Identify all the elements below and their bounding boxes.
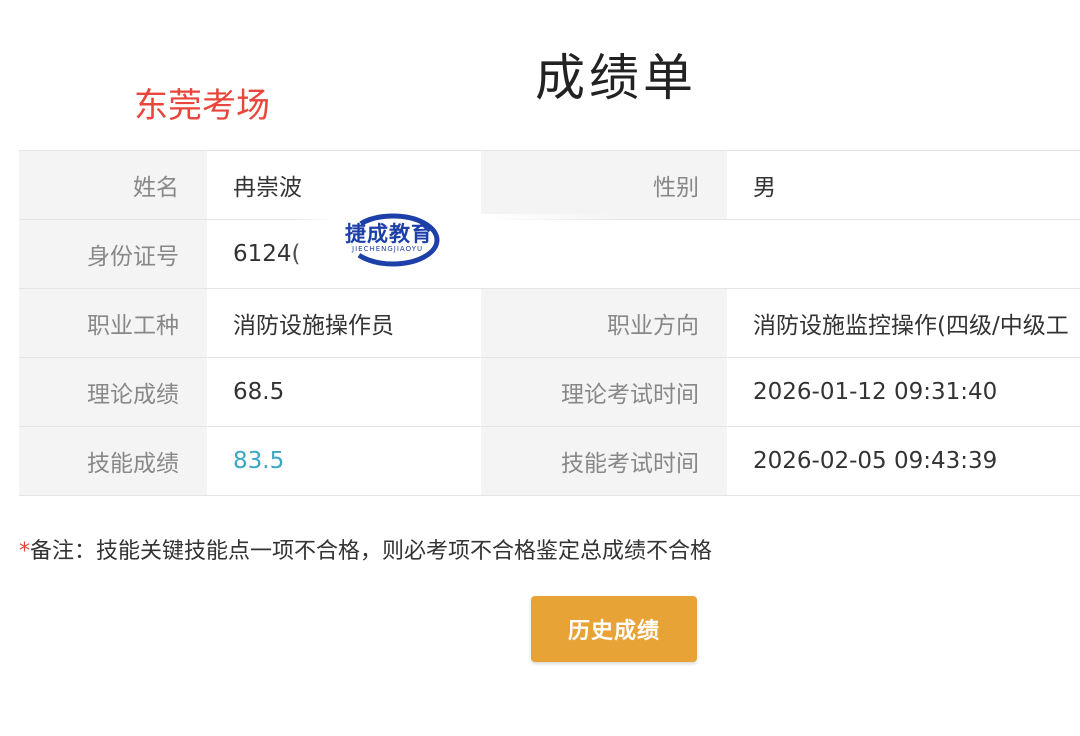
remark-text: 备注：技能关键技能点一项不合格，则必考项不合格鉴定总成绩不合格 (30, 539, 713, 564)
skill-time-label: 技能考试时间 (481, 427, 727, 495)
gender-label: 性别 (481, 151, 727, 219)
theory-score-value: 68.5 (207, 358, 481, 426)
name-label: 姓名 (19, 151, 207, 219)
skill-score-label: 技能成绩 (19, 427, 207, 495)
direction-value: 消防设施监控操作(四级/中级工 (727, 289, 1080, 357)
theory-score-label: 理论成绩 (19, 358, 207, 426)
watermark-logo-subtext: JIECHENGJIAOYU (352, 245, 424, 253)
theory-time-value: 2026-01-12 09:31:40 (727, 358, 1080, 426)
table-row: 职业工种 消防设施操作员 职业方向 消防设施监控操作(四级/中级工 (19, 289, 1080, 358)
remark-note: *备注：技能关键技能点一项不合格，则必考项不合格鉴定总成绩不合格 (19, 533, 712, 565)
id-number-label: 身份证号 (19, 220, 207, 288)
score-table: 姓名 冉崇波 性别 男 身份证号 6124( 职业工种 消防设施操作员 职业方向… (19, 150, 1080, 496)
skill-time-value: 2026-02-05 09:43:39 (727, 427, 1080, 495)
redaction-blur (290, 214, 620, 284)
theory-time-label: 理论考试时间 (481, 358, 727, 426)
direction-label: 职业方向 (481, 289, 727, 357)
exam-site-stamp: 东莞考场 (134, 86, 270, 126)
gender-value: 男 (727, 151, 1080, 219)
required-asterisk: * (19, 539, 30, 564)
table-row: 理论成绩 68.5 理论考试时间 2026-01-12 09:31:40 (19, 358, 1080, 427)
history-scores-button[interactable]: 历史成绩 (531, 596, 697, 662)
occupation-label: 职业工种 (19, 289, 207, 357)
table-row: 姓名 冉崇波 性别 男 (19, 151, 1080, 220)
occupation-value: 消防设施操作员 (207, 289, 481, 357)
skill-score-value: 83.5 (207, 427, 481, 495)
watermark-logo-text: 捷成教育 (345, 222, 433, 246)
table-row: 技能成绩 83.5 技能考试时间 2026-02-05 09:43:39 (19, 427, 1080, 496)
